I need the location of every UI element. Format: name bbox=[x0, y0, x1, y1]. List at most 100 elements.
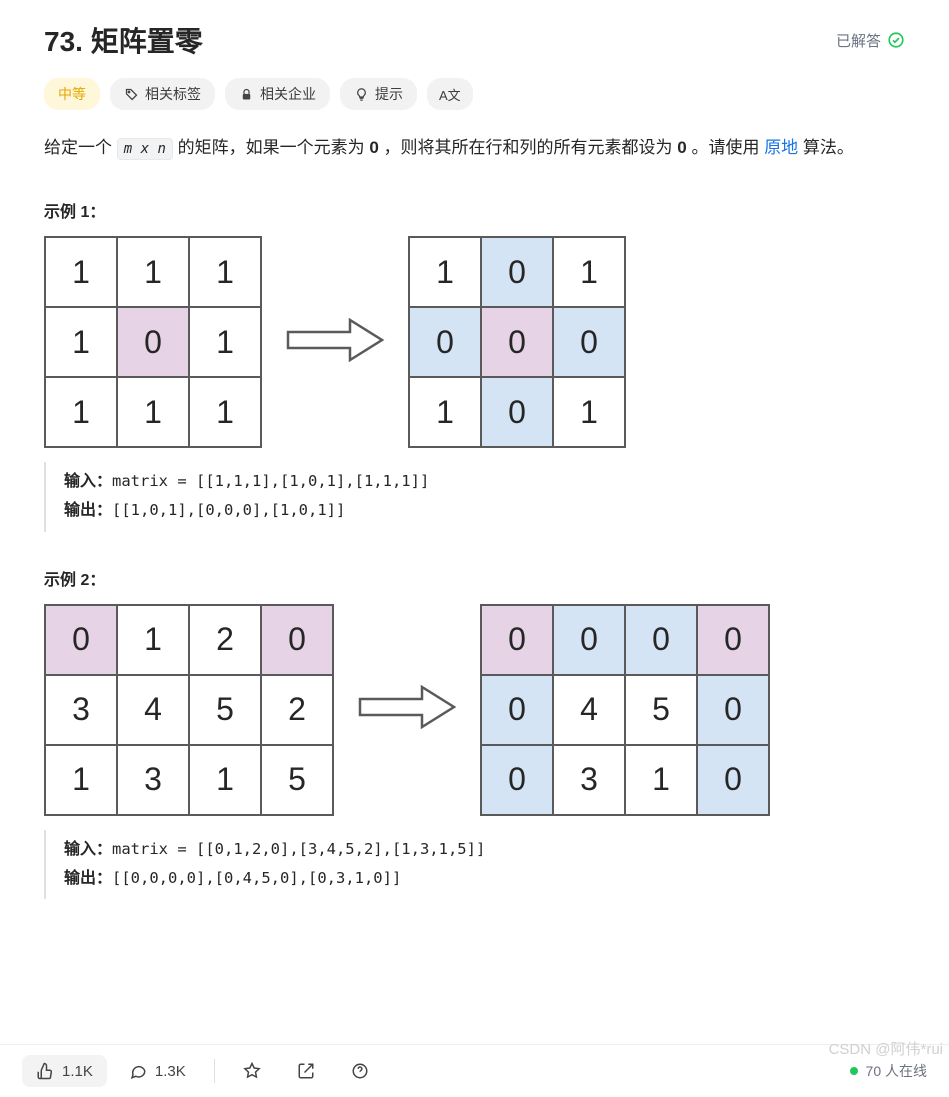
matrix-cell: 1 bbox=[189, 307, 261, 377]
desc-text: 算法。 bbox=[798, 138, 854, 157]
matrix-cell: 1 bbox=[189, 745, 261, 815]
output-code: [[0,0,0,0],[0,4,5,0],[0,3,1,0]] bbox=[112, 869, 401, 887]
matrix-cell: 1 bbox=[117, 377, 189, 447]
arrow-icon bbox=[352, 677, 462, 742]
matrix-cell: 0 bbox=[697, 745, 769, 815]
matrix-cell: 0 bbox=[697, 675, 769, 745]
like-button[interactable]: 1.1K bbox=[22, 1055, 107, 1087]
example-2-output-matrix: 000004500310 bbox=[480, 604, 770, 816]
matrix-cell: 5 bbox=[625, 675, 697, 745]
desc-text: 。请使用 bbox=[687, 138, 764, 157]
help-button[interactable] bbox=[337, 1055, 383, 1087]
matrix-cell: 0 bbox=[481, 377, 553, 447]
tag-icon bbox=[124, 87, 139, 102]
companies-label: 相关企业 bbox=[260, 84, 316, 104]
difficulty-tag[interactable]: 中等 bbox=[44, 78, 100, 110]
matrix-cell: 1 bbox=[553, 377, 625, 447]
footer-bar: 1.1K 1.3K 70 人在线 bbox=[0, 1044, 949, 1097]
matrix-cell: 0 bbox=[481, 745, 553, 815]
desc-text: 给定一个 bbox=[44, 138, 117, 157]
matrix-cell: 0 bbox=[553, 307, 625, 377]
lightbulb-icon bbox=[354, 87, 369, 102]
matrix-cell: 0 bbox=[697, 605, 769, 675]
translate-icon: A文 bbox=[439, 85, 461, 104]
desc-text: 的矩阵，如果一个元素为 bbox=[173, 138, 369, 157]
matrix-cell: 3 bbox=[45, 675, 117, 745]
related-tags-button[interactable]: 相关标签 bbox=[110, 78, 215, 110]
hint-button[interactable]: 提示 bbox=[340, 78, 417, 110]
solved-label: 已解答 bbox=[836, 30, 881, 51]
matrix-cell: 1 bbox=[117, 605, 189, 675]
matrix-cell: 0 bbox=[481, 237, 553, 307]
problem-title: 73. 矩阵置零 bbox=[44, 20, 203, 60]
translate-button[interactable]: A文 bbox=[427, 78, 473, 110]
matrix-cell: 2 bbox=[261, 675, 333, 745]
matrix-cell: 0 bbox=[481, 675, 553, 745]
matrix-cell: 2 bbox=[189, 605, 261, 675]
online-count: 70 bbox=[866, 1063, 882, 1079]
example-2-io: 输入：matrix = [[0,1,2,0],[3,4,5,2],[1,3,1,… bbox=[44, 830, 905, 900]
header-row: 73. 矩阵置零 已解答 bbox=[44, 20, 905, 60]
online-suffix: 人在线 bbox=[885, 1063, 927, 1079]
matrix-cell: 1 bbox=[117, 237, 189, 307]
input-code: matrix = [[1,1,1],[1,0,1],[1,1,1]] bbox=[112, 472, 429, 490]
comment-button[interactable]: 1.3K bbox=[115, 1055, 200, 1087]
tags-row: 中等 相关标签 相关企业 提示 A文 bbox=[44, 78, 905, 110]
divider bbox=[214, 1059, 215, 1083]
matrix-cell: 1 bbox=[45, 377, 117, 447]
like-count: 1.1K bbox=[62, 1063, 93, 1080]
matrix-cell: 1 bbox=[409, 237, 481, 307]
matrix-cell: 1 bbox=[45, 237, 117, 307]
problem-description: 给定一个 m x n 的矩阵，如果一个元素为 0 ，则将其所在行和列的所有元素都… bbox=[44, 132, 905, 164]
output-label: 输出： bbox=[64, 870, 112, 887]
question-icon bbox=[351, 1062, 369, 1080]
hint-label: 提示 bbox=[375, 84, 403, 104]
check-circle-icon bbox=[887, 31, 905, 49]
desc-bold: 0 bbox=[677, 138, 686, 157]
favorite-button[interactable] bbox=[229, 1055, 275, 1087]
solved-status: 已解答 bbox=[836, 30, 905, 51]
online-status: 70 人在线 bbox=[850, 1061, 927, 1081]
input-label: 输入： bbox=[64, 473, 112, 490]
example-1-output-matrix: 101000101 bbox=[408, 236, 626, 448]
inline-code: m x n bbox=[117, 138, 173, 160]
desc-text: ，则将其所在行和列的所有元素都设为 bbox=[379, 138, 677, 157]
example-1-diagram: 111101111 101000101 bbox=[44, 236, 905, 448]
matrix-cell: 0 bbox=[553, 605, 625, 675]
matrix-cell: 1 bbox=[409, 377, 481, 447]
output-label: 输出： bbox=[64, 502, 112, 519]
matrix-cell: 5 bbox=[261, 745, 333, 815]
share-icon bbox=[297, 1062, 315, 1080]
example-2-input-matrix: 012034521315 bbox=[44, 604, 334, 816]
matrix-cell: 1 bbox=[189, 377, 261, 447]
example-1-input-matrix: 111101111 bbox=[44, 236, 262, 448]
example-1-io: 输入：matrix = [[1,1,1],[1,0,1],[1,1,1]] 输出… bbox=[44, 462, 905, 532]
matrix-cell: 0 bbox=[45, 605, 117, 675]
matrix-cell: 1 bbox=[189, 237, 261, 307]
inplace-link[interactable]: 原地 bbox=[764, 138, 798, 157]
example-2-heading: 示例 2： bbox=[44, 566, 905, 590]
thumbs-up-icon bbox=[36, 1062, 54, 1080]
example-1-heading: 示例 1： bbox=[44, 198, 905, 222]
matrix-cell: 5 bbox=[189, 675, 261, 745]
matrix-cell: 1 bbox=[45, 745, 117, 815]
matrix-cell: 0 bbox=[625, 605, 697, 675]
matrix-cell: 0 bbox=[481, 605, 553, 675]
input-label: 输入： bbox=[64, 841, 112, 858]
matrix-cell: 4 bbox=[553, 675, 625, 745]
comment-count: 1.3K bbox=[155, 1063, 186, 1080]
example-2-diagram: 012034521315 000004500310 bbox=[44, 604, 905, 816]
matrix-cell: 3 bbox=[553, 745, 625, 815]
matrix-cell: 0 bbox=[117, 307, 189, 377]
companies-button[interactable]: 相关企业 bbox=[225, 78, 330, 110]
input-code: matrix = [[0,1,2,0],[3,4,5,2],[1,3,1,5]] bbox=[112, 840, 485, 858]
matrix-cell: 0 bbox=[261, 605, 333, 675]
matrix-cell: 0 bbox=[481, 307, 553, 377]
star-icon bbox=[243, 1062, 261, 1080]
desc-bold: 0 bbox=[369, 138, 378, 157]
arrow-icon bbox=[280, 310, 390, 375]
share-button[interactable] bbox=[283, 1055, 329, 1087]
matrix-cell: 4 bbox=[117, 675, 189, 745]
output-code: [[1,0,1],[0,0,0],[1,0,1]] bbox=[112, 501, 345, 519]
problem-container: 73. 矩阵置零 已解答 中等 相关标签 相关企业 提示 A文 给定一个 m x… bbox=[0, 0, 949, 989]
